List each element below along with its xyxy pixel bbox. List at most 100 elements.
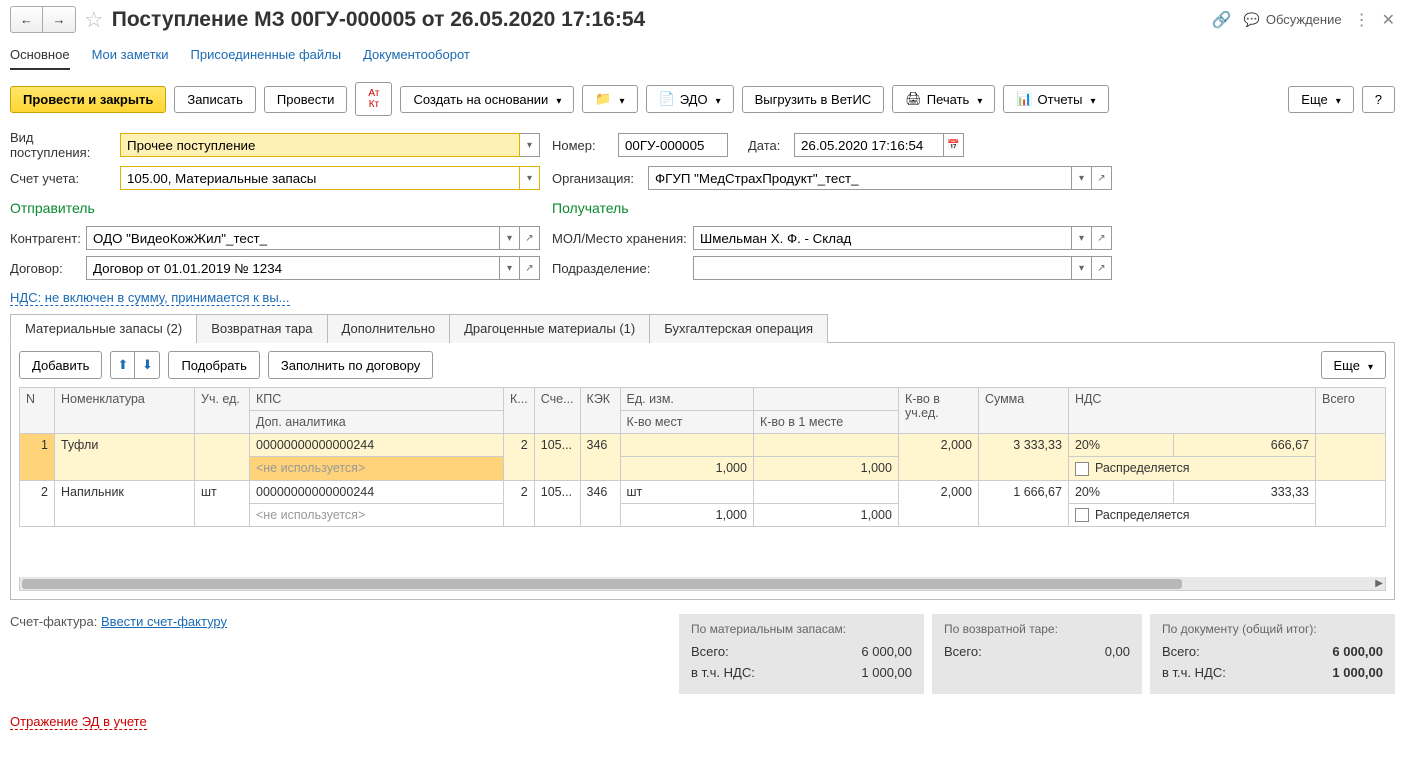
- account-label: Счет учета:: [10, 171, 114, 186]
- chat-icon: 💬: [1244, 12, 1260, 28]
- distribute-checkbox[interactable]: [1075, 462, 1089, 476]
- move-up-button[interactable]: ⬆: [111, 352, 135, 378]
- col-unit: Уч. ед.: [195, 388, 250, 434]
- col-n: N: [20, 388, 55, 434]
- col-dop: Доп. аналитика: [250, 411, 504, 434]
- subdiv-dropdown-icon[interactable]: ▾: [1072, 256, 1092, 280]
- ed-reflection-link[interactable]: Отражение ЭД в учете: [10, 714, 147, 730]
- org-label: Организация:: [552, 171, 642, 186]
- distribute-checkbox[interactable]: [1075, 508, 1089, 522]
- contract-open-icon[interactable]: ↗: [520, 256, 540, 280]
- col-acc: Сче...: [534, 388, 580, 434]
- favorite-star-icon[interactable]: ☆: [84, 7, 104, 33]
- help-button[interactable]: ?: [1362, 86, 1395, 113]
- print-label: Печать: [927, 92, 970, 107]
- discuss-label: Обсуждение: [1266, 12, 1342, 27]
- pick-button[interactable]: Подобрать: [168, 351, 259, 379]
- doc-total: 6 000,00: [1332, 644, 1383, 659]
- contragent-input[interactable]: [86, 226, 500, 250]
- more-menu-icon[interactable]: ⋮: [1354, 10, 1370, 30]
- number-input[interactable]: [618, 133, 728, 157]
- tab-precious[interactable]: Драгоценные материалы (1): [449, 314, 650, 343]
- col-meas: Ед. изм.: [620, 388, 753, 411]
- org-open-icon[interactable]: ↗: [1092, 166, 1112, 190]
- materials-table: N Номенклатура Уч. ед. КПС К... Сче... К…: [19, 387, 1386, 577]
- discuss-button[interactable]: 💬 Обсуждение: [1244, 12, 1342, 28]
- close-icon[interactable]: ✕: [1382, 10, 1395, 30]
- atkt-button[interactable]: АтКт: [355, 82, 392, 116]
- totals-materials-title: По материальным запасам:: [691, 622, 912, 636]
- post-close-button[interactable]: Провести и закрыть: [10, 86, 166, 113]
- attach-button[interactable]: 📁: [582, 85, 637, 113]
- number-label: Номер:: [552, 138, 612, 153]
- subdiv-open-icon[interactable]: ↗: [1092, 256, 1112, 280]
- tab-returnable[interactable]: Возвратная тара: [196, 314, 327, 343]
- materials-total: 6 000,00: [861, 644, 912, 659]
- more-button[interactable]: Еще: [1288, 86, 1353, 113]
- table-row[interactable]: 2 Напильник шт 00000000000000244 2 105..…: [20, 480, 1386, 503]
- mol-label: МОЛ/Место хранения:: [552, 231, 687, 246]
- type-input[interactable]: [120, 133, 520, 157]
- doc-icon: 📄: [659, 91, 675, 107]
- add-row-button[interactable]: Добавить: [19, 351, 102, 379]
- type-label: Вид поступления:: [10, 130, 114, 160]
- horizontal-scrollbar[interactable]: ▶: [19, 577, 1386, 591]
- date-input[interactable]: [794, 133, 944, 157]
- tab-accounting[interactable]: Бухгалтерская операция: [649, 314, 828, 343]
- tab-materials[interactable]: Материальные запасы (2): [10, 314, 197, 343]
- contragent-label: Контрагент:: [10, 231, 80, 246]
- move-down-button[interactable]: ⬇: [135, 352, 159, 378]
- contragent-dropdown-icon[interactable]: ▾: [500, 226, 520, 250]
- totals-doc-title: По документу (общий итог):: [1162, 622, 1383, 636]
- table-more-button[interactable]: Еще: [1321, 351, 1386, 379]
- col-kek: КЭК: [580, 388, 620, 434]
- nav-files[interactable]: Присоединенные файлы: [191, 47, 342, 70]
- table-row[interactable]: 1 Туфли 00000000000000244 2 105... 346 2…: [20, 434, 1386, 457]
- reports-button[interactable]: 📊 Отчеты: [1003, 85, 1108, 113]
- folder-icon: 📁: [595, 91, 611, 107]
- mol-open-icon[interactable]: ↗: [1092, 226, 1112, 250]
- contract-input[interactable]: [86, 256, 500, 280]
- col-total: Всего: [1316, 388, 1386, 434]
- nav-docflow[interactable]: Документооборот: [363, 47, 470, 70]
- fill-contract-button[interactable]: Заполнить по договору: [268, 351, 433, 379]
- printer-icon: 🖨: [905, 91, 922, 107]
- nav-back-button[interactable]: ←: [10, 6, 43, 33]
- col-v1: К-во в 1 месте: [753, 411, 898, 434]
- post-button[interactable]: Провести: [264, 86, 348, 113]
- account-input[interactable]: [120, 166, 520, 190]
- reports-label: Отчеты: [1038, 92, 1083, 107]
- type-dropdown-icon[interactable]: ▾: [520, 133, 540, 157]
- org-input[interactable]: [648, 166, 1072, 190]
- sf-label: Счет-фактура:: [10, 614, 97, 629]
- account-dropdown-icon[interactable]: ▾: [520, 166, 540, 190]
- page-title: Поступление МЗ 00ГУ-000005 от 26.05.2020…: [112, 8, 1204, 32]
- edo-button[interactable]: 📄ЭДО: [646, 85, 734, 113]
- vetis-button[interactable]: Выгрузить в ВетИС: [742, 86, 885, 113]
- subdiv-input[interactable]: [693, 256, 1072, 280]
- save-button[interactable]: Записать: [174, 86, 256, 113]
- link-icon[interactable]: 🔗: [1212, 10, 1232, 30]
- nav-forward-button[interactable]: →: [43, 6, 76, 33]
- receiver-title: Получатель: [552, 200, 1112, 216]
- tab-additional[interactable]: Дополнительно: [327, 314, 451, 343]
- col-kps: КПС: [250, 388, 504, 411]
- nav-main[interactable]: Основное: [10, 47, 70, 70]
- mol-input[interactable]: [693, 226, 1072, 250]
- nds-settings-link[interactable]: НДС: не включен в сумму, принимается к в…: [10, 290, 290, 306]
- create-based-button[interactable]: Создать на основании: [400, 86, 574, 113]
- enter-invoice-link[interactable]: Ввести счет-фактуру: [101, 614, 227, 629]
- doc-nds: 1 000,00: [1332, 665, 1383, 680]
- atkt-icon: АтКт: [368, 88, 379, 110]
- contragent-open-icon[interactable]: ↗: [520, 226, 540, 250]
- col-k: К...: [504, 388, 535, 434]
- nav-notes[interactable]: Мои заметки: [92, 47, 169, 70]
- more-label: Еще: [1301, 92, 1327, 107]
- org-dropdown-icon[interactable]: ▾: [1072, 166, 1092, 190]
- report-icon: 📊: [1016, 91, 1032, 107]
- print-button[interactable]: 🖨 Печать: [892, 85, 995, 113]
- contract-label: Договор:: [10, 261, 80, 276]
- mol-dropdown-icon[interactable]: ▾: [1072, 226, 1092, 250]
- calendar-icon[interactable]: 📅: [944, 133, 964, 157]
- contract-dropdown-icon[interactable]: ▾: [500, 256, 520, 280]
